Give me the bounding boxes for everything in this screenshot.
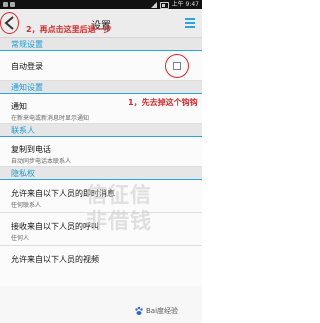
baidu-text: Bai度经验 [146,307,179,315]
menu-icon[interactable] [184,16,196,30]
section-header-general: 常规设置 [0,38,202,51]
watermark-line-1: 信征信 [86,183,152,207]
row-subtitle: 自动同步电话本联系人 [11,158,72,165]
screen: 上午 9:47 设置 2，再点击这里后退一步 常规设置 自动登录 通知设置 通知… [0,0,202,323]
watermark: 信征信 非借钱 [86,182,198,234]
settings-list: 常规设置 自动登录 通知设置 通知 在新来电或新消息时显示通知 联系人 复制到电… [0,38,202,286]
battery-icon [159,1,169,9]
watermark-line-2: 非借钱 [86,209,152,233]
row-title: 允许来自以下人员的视频 [11,255,99,264]
row-subtitle: 在新来电或新消息时显示通知 [11,115,90,122]
baidu-logo: Bai度经验 [134,306,178,316]
status-bar: 上午 9:47 [0,0,202,9]
section-header-privacy: 隐私权 [0,167,202,180]
section-header-notifications: 通知设置 [0,81,202,94]
auto-login-checkbox[interactable] [173,62,181,70]
settings-row-copy-contacts[interactable]: 复制到电话 自动同步电话本联系人 [0,137,202,167]
title-bar: 设置 2，再点击这里后退一步 [0,9,202,38]
row-title: 复制到电话 [11,145,51,154]
settings-row-allow-video[interactable]: 允许来自以下人员的视频 [0,246,202,286]
status-icons-left [3,0,15,7]
notification-icon [3,2,8,7]
status-time: 上午 9:47 [171,1,199,8]
usb-icon [10,2,15,7]
row-subtitle: 任何人 [11,235,30,242]
signal-icon [150,2,157,8]
settings-row-auto-login[interactable]: 自动登录 [0,51,202,81]
status-icons-right: 上午 9:47 [150,0,199,9]
uncheck-annotation: 1，先去掉这个钩钩 [128,98,198,107]
section-header-contacts: 联系人 [0,124,202,137]
paw-icon [135,306,143,315]
back-annotation: 2，再点击这里后退一步 [26,25,112,34]
